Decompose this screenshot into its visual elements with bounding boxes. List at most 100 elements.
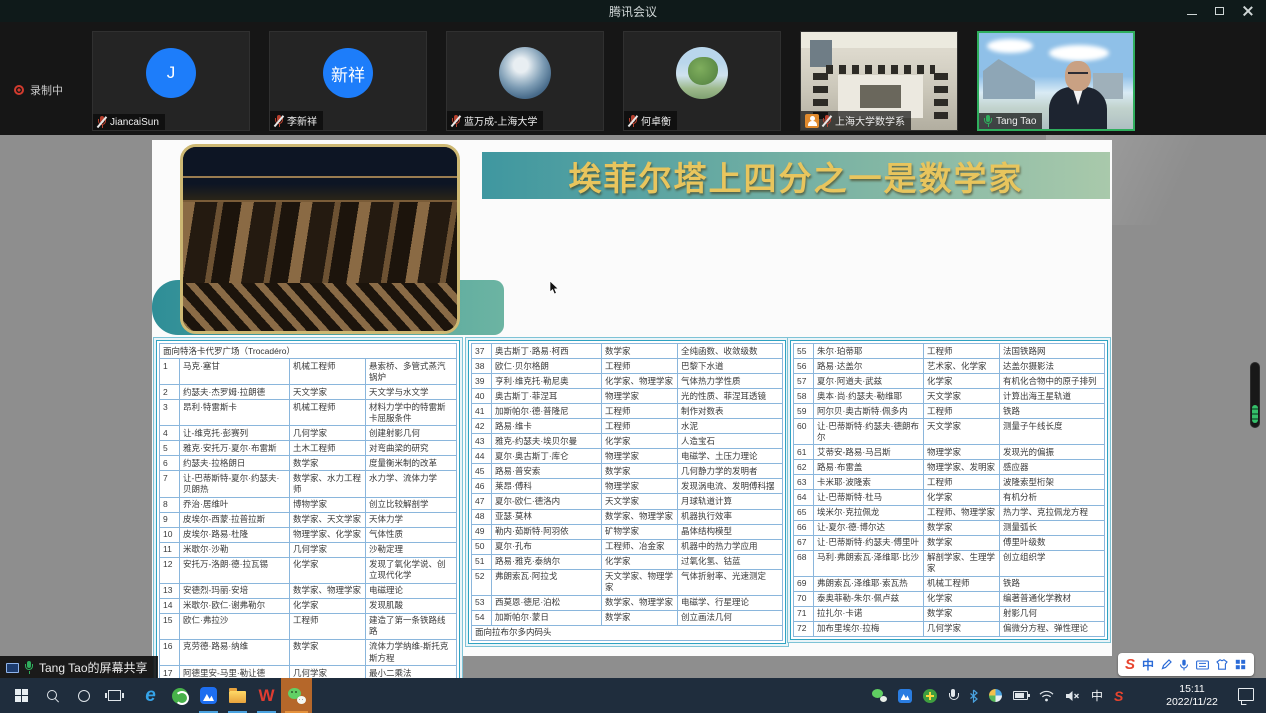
microphone-tray-icon[interactable] xyxy=(948,689,958,703)
window-title: 腾讯会议 xyxy=(609,3,657,20)
keyboard-icon[interactable] xyxy=(1196,660,1209,670)
action-center-icon[interactable] xyxy=(1238,688,1254,701)
ime-indicator[interactable]: 中 xyxy=(1091,687,1103,704)
table-cell: 4 xyxy=(160,426,180,441)
participant-name: 何卓衡 xyxy=(641,113,671,128)
clock-time: 15:11 xyxy=(1152,683,1232,696)
mic-muted-icon xyxy=(822,115,832,127)
taskbar-file-explorer[interactable] xyxy=(223,678,252,713)
participant-tile-lixinxiang[interactable]: 新祥 李新祥 xyxy=(269,31,427,131)
table-cell: 56 xyxy=(794,359,814,374)
table-row: 7让-巴蒂斯特-夏尔·约瑟夫·贝朗热数学家、水力工程师水力学、流体力学 xyxy=(160,471,457,497)
table-cell: 65 xyxy=(794,505,814,520)
table-cell: 45 xyxy=(472,464,492,479)
taskbar-browser-360[interactable] xyxy=(165,678,194,713)
table-cell: 气体热力学性质 xyxy=(678,374,783,389)
participant-tile-lanwancheng[interactable]: 蓝万成-上海大学 xyxy=(446,31,604,131)
taskbar-edge[interactable]: e xyxy=(136,678,165,713)
table-cell: 化学家 xyxy=(924,591,1000,606)
table-row: 54加斯帕尔·蒙日数学家创立画法几何 xyxy=(472,610,783,625)
table-cell: 44 xyxy=(472,449,492,464)
table-row: 62路易·布雷盖物理学家、发明家感应器 xyxy=(794,460,1105,475)
table-cell: 对弯曲梁的研究 xyxy=(366,441,457,456)
volume-muted-icon[interactable] xyxy=(1065,690,1080,702)
participant-tile-jiancaisun[interactable]: J JiancaiSun xyxy=(92,31,250,131)
table-cell: 全纯函数、收敛级数 xyxy=(678,344,783,359)
table-cell: 沙勒定理 xyxy=(366,542,457,557)
task-view-button[interactable] xyxy=(99,678,130,713)
bluetooth-icon[interactable] xyxy=(969,689,978,703)
voice-input-icon[interactable] xyxy=(1179,659,1189,671)
wifi-icon[interactable] xyxy=(1039,690,1054,702)
toolbox-grid-icon[interactable] xyxy=(1235,659,1246,670)
table-cell: 欧仁·贝尔格朗 xyxy=(492,359,602,374)
sogou-logo-icon[interactable]: S xyxy=(1125,656,1135,673)
table-cell: 化学家 xyxy=(602,434,678,449)
maximize-icon[interactable] xyxy=(1215,7,1224,15)
mic-muted-icon xyxy=(628,115,638,127)
table-cell: 工程师、冶金家 xyxy=(602,539,678,554)
skin-icon[interactable] xyxy=(1216,659,1228,670)
taskbar-tencent-meeting[interactable] xyxy=(194,678,223,713)
table-cell: 人造宝石 xyxy=(678,434,783,449)
table-cell: 埃米尔·克拉佩龙 xyxy=(814,505,924,520)
table-cell: 悬索桥、多管式蒸汽锅炉 xyxy=(366,359,457,385)
table-row: 64让-巴蒂斯特·杜马化学家有机分析 xyxy=(794,490,1105,505)
participant-label: 蓝万成-上海大学 xyxy=(447,111,543,130)
table-row: 42路易·维卡工程师水泥 xyxy=(472,419,783,434)
close-icon[interactable] xyxy=(1243,6,1253,16)
table-row: 72加布里埃尔·拉梅几何学家偏微分方程、弹性理论 xyxy=(794,621,1105,636)
table-cell: 46 xyxy=(472,479,492,494)
participant-tile-tangtao[interactable]: Tang Tao xyxy=(977,31,1135,131)
table-cell: 物理学家、发明家 xyxy=(924,460,1000,475)
table-row: 44夏尔·奥古斯丁·库仑物理学家电磁学、土压力理论 xyxy=(472,449,783,464)
wechat-tray-icon[interactable] xyxy=(872,689,887,702)
video-list-scrollbar[interactable] xyxy=(1250,362,1260,428)
minimize-icon[interactable] xyxy=(1187,14,1197,15)
cortana-button[interactable] xyxy=(68,678,99,713)
table-cell: 路易·布雷盖 xyxy=(814,460,924,475)
table-cell: 偏微分方程、弹性理论 xyxy=(1000,621,1105,636)
taskbar-wps[interactable]: W xyxy=(252,678,281,713)
table-cell: 测量弧长 xyxy=(1000,520,1105,535)
table-row: 15欧仁·弗拉沙工程师建造了第一条铁路线路 xyxy=(160,613,457,639)
table-cell: 几何学家 xyxy=(290,542,366,557)
taskbar-wechat[interactable] xyxy=(281,678,312,713)
table-cell: 71 xyxy=(794,606,814,621)
table-row: 45路易·普安索数学家几何静力学的发明者 xyxy=(472,464,783,479)
meeting-tray-icon[interactable] xyxy=(898,689,912,703)
table-header-row: 面向特洛卡代罗广场（Trocadéro） xyxy=(160,344,457,359)
participant-tile-hezhuoheng[interactable]: 何卓衡 xyxy=(623,31,781,131)
table-cell: 弗朗索瓦·阿拉戈 xyxy=(492,569,602,595)
table-cell: 11 xyxy=(160,542,180,557)
table-cell: 62 xyxy=(794,460,814,475)
participant-tile-shu-math-dept[interactable]: 上海大学数学系 xyxy=(800,31,958,131)
table-cell: 机械工程师 xyxy=(290,359,366,385)
table-cell: 机械工程师 xyxy=(924,576,1000,591)
participant-name: Tang Tao xyxy=(996,116,1036,127)
table-cell: 40 xyxy=(472,389,492,404)
taskbar-clock[interactable]: 15:11 2022/11/22 xyxy=(1152,683,1232,708)
sogou-tray-icon[interactable]: S xyxy=(1114,688,1123,704)
table-cell: 工程师 xyxy=(924,475,1000,490)
eiffel-tower-photo xyxy=(180,144,460,334)
table-cell: 工程师 xyxy=(290,613,366,639)
accelerator-tray-icon[interactable] xyxy=(923,689,937,703)
table-cell: 55 xyxy=(794,344,814,359)
table-row: 58奥本·尚·约瑟夫·勒维耶天文学家计算出海王星轨道 xyxy=(794,389,1105,404)
table-cell: 37 xyxy=(472,344,492,359)
table-row: 13安德烈-玛丽·安培数学家、物理学家电磁理论 xyxy=(160,583,457,598)
table-cell: 创立画法几何 xyxy=(678,610,783,625)
taskbar-apps: e W xyxy=(136,678,312,713)
pen-icon[interactable] xyxy=(1161,659,1172,670)
table-row: 10皮埃尔·路易·杜隆物理学家、化学家气体性质 xyxy=(160,527,457,542)
battery-icon[interactable] xyxy=(1013,691,1028,700)
ime-language-icon[interactable]: 中 xyxy=(1142,656,1154,673)
search-button[interactable] xyxy=(37,678,68,713)
table-cell: 2 xyxy=(160,385,180,400)
start-button[interactable] xyxy=(6,678,37,713)
windows-security-icon[interactable] xyxy=(989,689,1002,702)
table-cell: 路易·达盖尔 xyxy=(814,359,924,374)
table-cell: 电磁理论 xyxy=(366,583,457,598)
table-cell: 西莫恩·德尼·泊松 xyxy=(492,595,602,610)
